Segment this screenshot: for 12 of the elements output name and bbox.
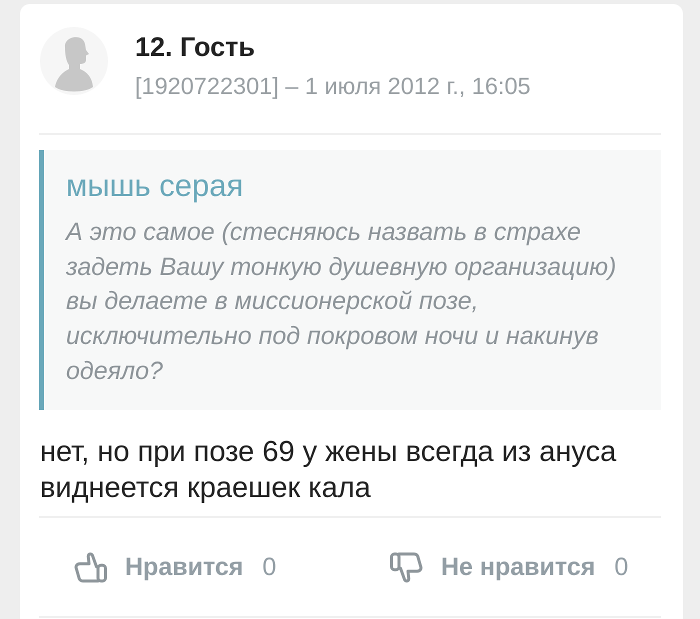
dislike-count: 0 [614,552,628,582]
quote-author: мышь серая [66,169,244,203]
quote-text: А это самое (стесняюсь назвать в страхе задеть Вашу тонкую душевную организацию) вы делаете в миссионерской позе, исключительно под покровом ночи и накинув одеяло? [66,217,618,387]
like-button[interactable]: Нравится [74,550,244,584]
thumbs-up-icon [74,550,107,584]
thumbs-down-icon [390,550,423,584]
avatar-icon [40,27,108,95]
author-name: 12. Гость [135,32,256,62]
comment-text: нет, но при позе 69 у жены всегда из ануса виднеется краешек кала [40,435,618,506]
comment-meta: [1920722301] – 1 июля 2012 г., 16:05 [135,73,531,99]
dislike-button[interactable]: Не нравится [390,550,596,584]
like-count: 0 [262,552,276,582]
